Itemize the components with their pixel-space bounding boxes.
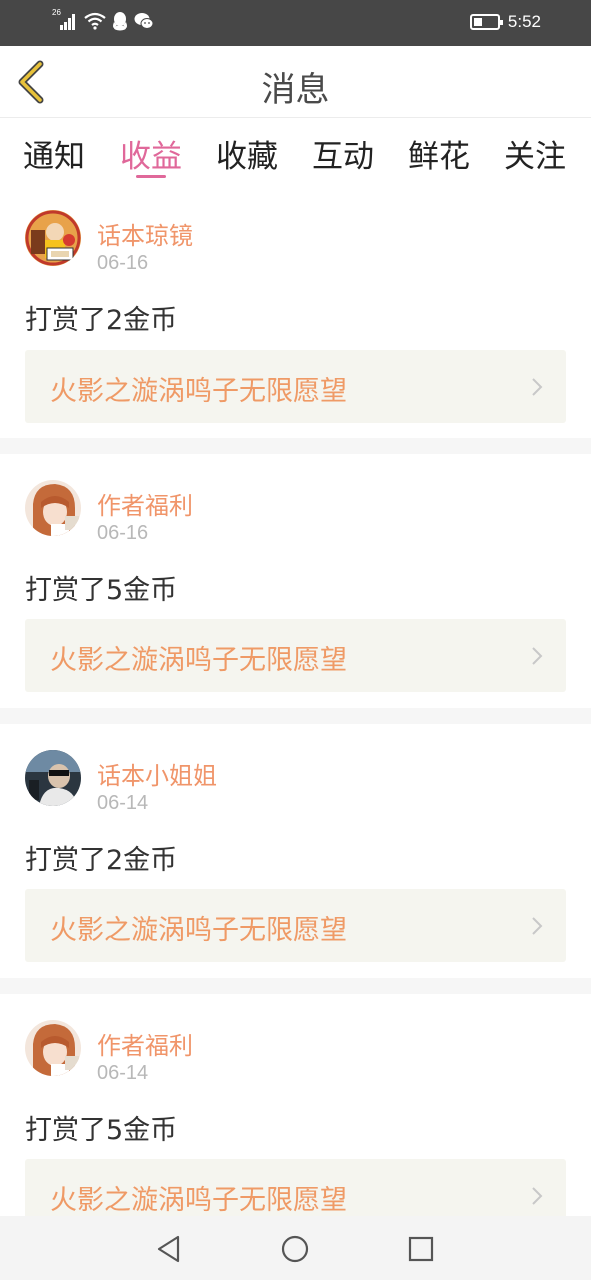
book-title: 火影之漩涡鸣子无限愿望 — [50, 376, 347, 407]
tab-bar: 通知 收益 收藏 互动 鲜花 关注 — [0, 119, 591, 189]
sender-name[interactable]: 话本琼镜 — [97, 216, 193, 251]
reward-text: 打赏了2金币 — [25, 305, 178, 336]
tab-favorites[interactable]: 收藏 — [211, 131, 283, 176]
status-time: 5:52 — [507, 12, 541, 31]
tab-earnings[interactable]: 收益 — [115, 131, 187, 176]
sender-name[interactable]: 作者福利 — [97, 1026, 193, 1061]
reward-text: 打赏了2金币 — [25, 845, 178, 876]
status-bar: 26 5:52 — [0, 0, 591, 46]
list-item: 作者福利 06-14 打赏了5金币 火影之漩涡鸣子无限愿望 — [0, 994, 591, 1232]
book-link[interactable]: 火影之漩涡鸣子无限愿望 — [25, 619, 566, 692]
sender-name[interactable]: 作者福利 — [97, 486, 193, 521]
chevron-right-icon — [532, 917, 543, 935]
battery-icon — [469, 14, 503, 30]
book-title: 火影之漩涡鸣子无限愿望 — [50, 1185, 347, 1216]
tab-flowers[interactable]: 鲜花 — [403, 131, 475, 176]
tab-follows[interactable]: 关注 — [499, 131, 571, 176]
message-date: 06-14 — [97, 792, 149, 814]
list-item: 话本琼镜 06-16 打赏了2金币 火影之漩涡鸣子无限愿望 — [0, 190, 591, 438]
reward-text: 打赏了5金币 — [25, 1115, 178, 1146]
book-link[interactable]: 火影之漩涡鸣子无限愿望 — [25, 889, 566, 962]
message-date: 06-16 — [97, 522, 149, 544]
header-bar: 消息 — [0, 46, 591, 118]
sender-name[interactable]: 话本小姐姐 — [97, 756, 217, 791]
nav-back-button[interactable] — [152, 1232, 186, 1266]
avatar[interactable] — [25, 210, 81, 266]
list-item: 话本小姐姐 06-14 打赏了2金币 火影之漩涡鸣子无限愿望 — [0, 724, 591, 978]
chevron-right-icon — [532, 378, 543, 396]
avatar[interactable] — [25, 750, 81, 806]
chevron-right-icon — [532, 1187, 543, 1205]
tab-interactions[interactable]: 互动 — [307, 131, 379, 176]
signal-icon: 26 — [52, 8, 78, 32]
reward-text: 打赏了5金币 — [25, 575, 178, 606]
wechat-icon — [134, 13, 154, 29]
chevron-right-icon — [532, 647, 543, 665]
network-type: 26 — [52, 8, 61, 17]
message-date: 06-14 — [97, 1062, 149, 1084]
divider — [0, 708, 591, 724]
message-date: 06-16 — [97, 252, 149, 274]
active-tab-indicator — [136, 175, 166, 178]
nav-home-button[interactable] — [278, 1232, 312, 1266]
book-title: 火影之漩涡鸣子无限愿望 — [50, 915, 347, 946]
home-circle-icon — [281, 1235, 309, 1263]
wifi-icon — [84, 12, 106, 30]
divider — [0, 438, 591, 454]
nav-recents-button[interactable] — [404, 1232, 438, 1266]
recents-square-icon — [408, 1236, 434, 1262]
qq-icon — [113, 12, 127, 31]
book-title: 火影之漩涡鸣子无限愿望 — [50, 645, 347, 676]
tab-notifications[interactable]: 通知 — [18, 131, 90, 176]
back-triangle-icon — [157, 1235, 180, 1263]
list-item: 作者福利 06-16 打赏了5金币 火影之漩涡鸣子无限愿望 — [0, 454, 591, 708]
system-nav-bar — [0, 1216, 591, 1280]
book-link[interactable]: 火影之漩涡鸣子无限愿望 — [25, 350, 566, 423]
avatar[interactable] — [25, 1020, 81, 1076]
page-title: 消息 — [261, 70, 330, 110]
avatar[interactable] — [25, 480, 81, 536]
divider — [0, 978, 591, 994]
